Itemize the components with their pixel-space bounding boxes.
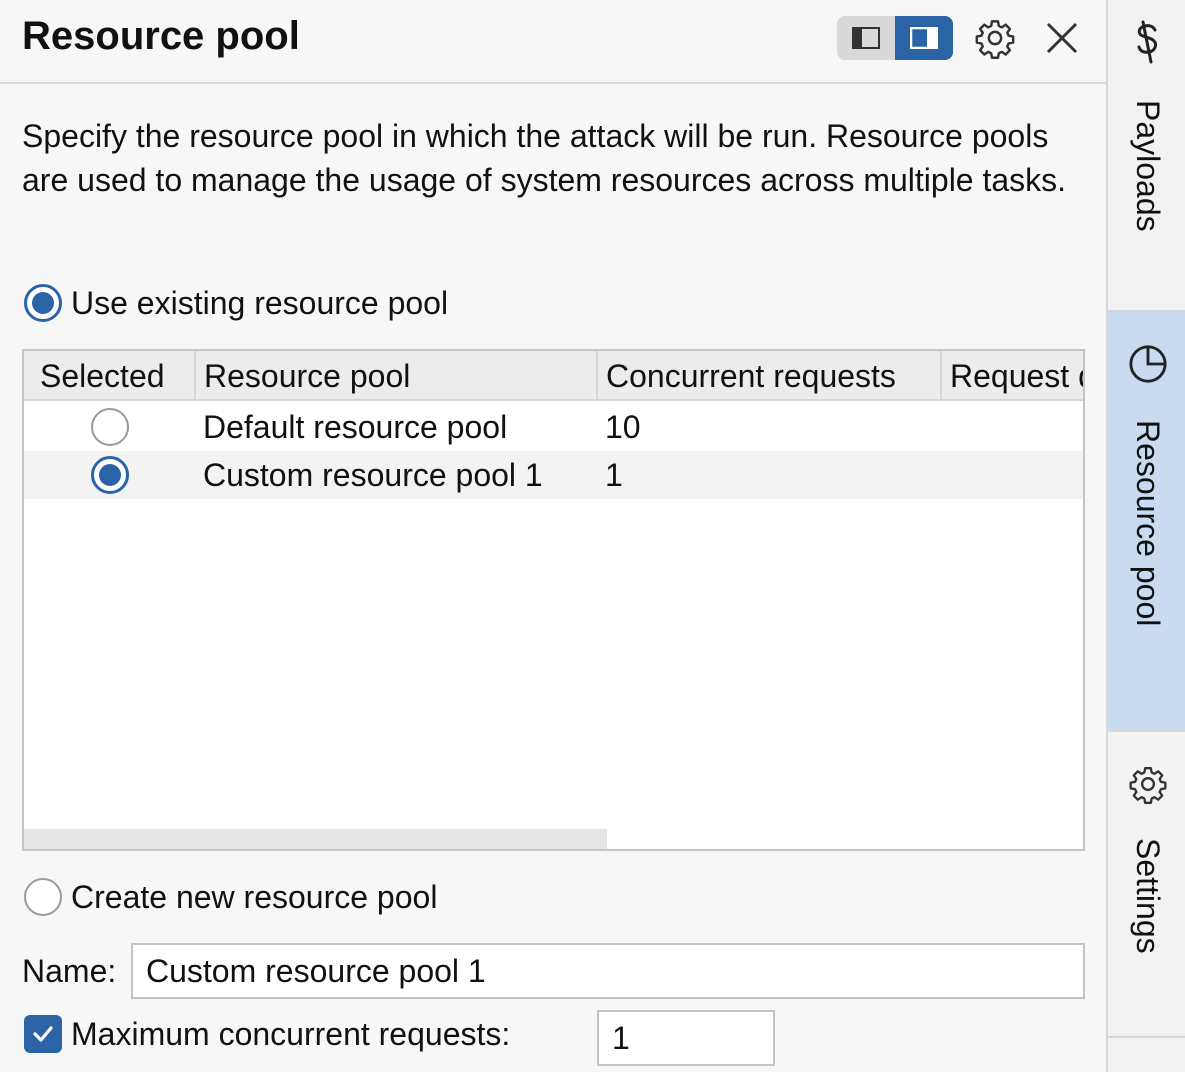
column-header-request-delay[interactable]: Request d — [942, 351, 1083, 401]
close-button[interactable] — [1040, 16, 1084, 60]
use-existing-option[interactable]: Use existing resource pool — [24, 284, 448, 322]
row-concurrent: 10 — [605, 409, 641, 445]
name-label: Name: — [22, 953, 117, 989]
table-row[interactable]: Default resource pool 10 — [24, 403, 1083, 451]
checkmark-icon — [33, 1026, 53, 1042]
create-new-radio[interactable] — [24, 878, 62, 916]
row-select-radio[interactable] — [91, 456, 129, 494]
row-concurrent: 1 — [605, 457, 623, 493]
column-header-resource-pool[interactable]: Resource pool — [196, 351, 598, 401]
create-new-label: Create new resource pool — [71, 878, 438, 915]
table-header: Selected Resource pool Concurrent reques… — [24, 351, 1083, 401]
column-header-selected[interactable]: Selected — [24, 351, 196, 401]
row-pool-name: Custom resource pool 1 — [203, 457, 543, 493]
create-new-option[interactable]: Create new resource pool — [24, 878, 437, 916]
max-concurrent-field[interactable]: 1 — [597, 1010, 775, 1066]
close-icon — [1046, 22, 1078, 54]
tab-settings-label: Settings — [1130, 838, 1166, 954]
gear-icon — [1128, 764, 1168, 804]
tab-payloads-label: Payloads — [1130, 100, 1166, 232]
tab-resource-pool[interactable]: Resource pool — [1108, 312, 1185, 732]
resource-pool-table: Selected Resource pool Concurrent reques… — [22, 349, 1085, 851]
column-header-concurrent-requests[interactable]: Concurrent requests — [598, 351, 942, 401]
tab-resource-pool-label: Resource pool — [1130, 420, 1166, 627]
tab-payloads[interactable]: Payloads — [1108, 0, 1185, 312]
name-field[interactable]: Custom resource pool 1 — [131, 943, 1085, 999]
layout-right-icon — [910, 27, 938, 49]
table-row[interactable]: Custom resource pool 1 1 — [24, 451, 1083, 499]
layout-left-icon — [852, 27, 880, 49]
layout-toggle — [837, 16, 953, 60]
panel-title: Resource pool — [22, 14, 300, 58]
use-existing-radio[interactable] — [24, 284, 62, 322]
panel-description: Specify the resource pool in which the a… — [22, 118, 1067, 198]
use-existing-label: Use existing resource pool — [71, 284, 449, 321]
resource-pool-panel: Resource pool Specify the resource pool … — [0, 0, 1106, 1072]
gear-icon — [975, 20, 1015, 59]
dollar-sign-icon — [1128, 20, 1168, 64]
layout-left-button[interactable] — [837, 16, 895, 60]
layout-right-button[interactable] — [895, 16, 953, 60]
tab-settings[interactable]: Settings — [1108, 732, 1185, 1038]
horizontal-scrollbar-thumb[interactable] — [24, 829, 607, 849]
settings-button[interactable] — [973, 16, 1017, 60]
panel-header: Resource pool — [0, 0, 1106, 84]
row-select-radio[interactable] — [91, 408, 129, 446]
max-concurrent-option[interactable]: Maximum concurrent requests: — [24, 1015, 510, 1053]
side-tab-bar: Payloads Resource pool Settings — [1106, 0, 1185, 1072]
pie-chart-icon — [1128, 344, 1168, 384]
max-concurrent-label: Maximum concurrent requests: — [71, 1015, 511, 1052]
row-pool-name: Default resource pool — [203, 409, 508, 445]
max-concurrent-checkbox[interactable] — [24, 1015, 62, 1053]
